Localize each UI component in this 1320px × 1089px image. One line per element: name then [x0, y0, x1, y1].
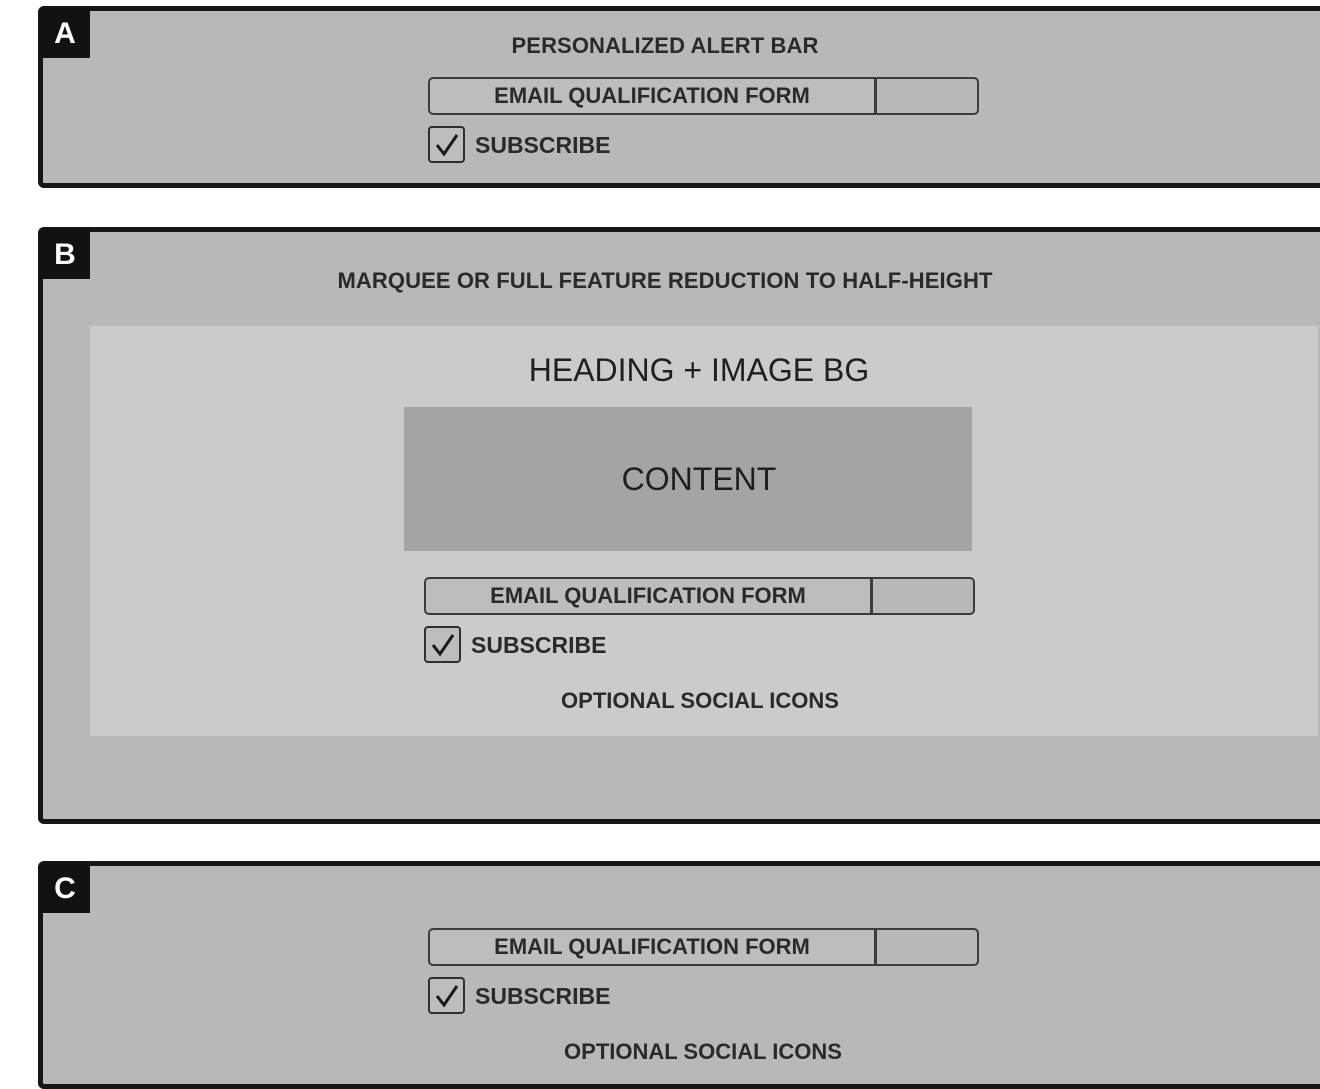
panel-a-email-form: EMAIL QUALIFICATION FORM SUBSCRIBE [428, 77, 988, 172]
feature-area: HEADING + IMAGE BG CONTENT EMAIL QUALIFI… [90, 326, 1318, 736]
submit-button[interactable] [875, 928, 979, 966]
subscribe-label: SUBSCRIBE [475, 983, 611, 1009]
panel-a-alert-bar: A PERSONALIZED ALERT BAR EMAIL QUALIFICA… [38, 6, 1320, 188]
subscribe-row: SUBSCRIBE [428, 126, 728, 164]
panel-c-email-form: EMAIL QUALIFICATION FORM SUBSCRIBE [428, 928, 988, 1023]
panel-c-footer-signup: C EMAIL QUALIFICATION FORM SUBSCRIBE OPT… [38, 861, 1320, 1089]
checkmark-icon [431, 634, 455, 657]
subscribe-checkbox[interactable] [428, 977, 465, 1014]
subscribe-label: SUBSCRIBE [475, 132, 611, 158]
subscribe-checkbox[interactable] [428, 126, 465, 163]
content-label: CONTENT [621, 461, 777, 497]
email-qualification-field[interactable]: EMAIL QUALIFICATION FORM [428, 77, 876, 115]
subscribe-row: SUBSCRIBE [424, 626, 724, 664]
panel-b-marquee: B MARQUEE OR FULL FEATURE REDUCTION TO H… [38, 227, 1320, 824]
email-qualification-field[interactable]: EMAIL QUALIFICATION FORM [428, 928, 876, 966]
subscribe-label: SUBSCRIBE [471, 632, 607, 658]
panel-b-email-form: EMAIL QUALIFICATION FORM SUBSCRIBE [424, 577, 984, 672]
panel-b-title: MARQUEE OR FULL FEATURE REDUCTION TO HAL… [337, 268, 993, 293]
email-qualification-field[interactable]: EMAIL QUALIFICATION FORM [424, 577, 872, 615]
optional-social-icons: OPTIONAL SOCIAL ICONS [564, 1039, 842, 1064]
optional-social-icons: OPTIONAL SOCIAL ICONS [561, 688, 839, 713]
submit-button[interactable] [871, 577, 975, 615]
panel-a-title: PERSONALIZED ALERT BAR [511, 33, 819, 58]
subscribe-row: SUBSCRIBE [428, 977, 728, 1015]
panel-c-badge: C [40, 863, 90, 913]
submit-button[interactable] [875, 77, 979, 115]
checkmark-icon [435, 134, 459, 157]
checkmark-icon [435, 985, 459, 1008]
subscribe-checkbox[interactable] [424, 626, 461, 663]
content-block: CONTENT [404, 407, 972, 551]
feature-heading: HEADING + IMAGE BG [528, 352, 870, 388]
